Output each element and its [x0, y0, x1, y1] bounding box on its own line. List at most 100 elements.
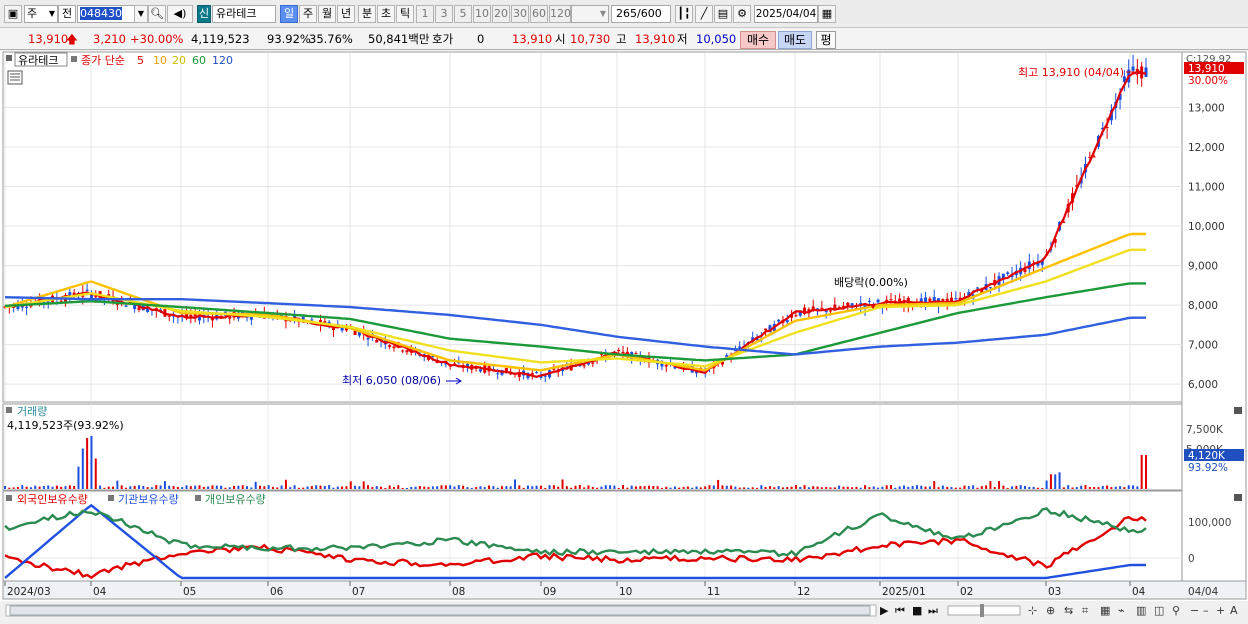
interval-week[interactable]: 주: [299, 5, 317, 23]
volume-bar: [552, 485, 555, 489]
candle-body: [975, 287, 979, 289]
interval-second[interactable]: 초: [377, 5, 395, 23]
legend-marker-icon: [108, 495, 114, 501]
zoom-in-icon[interactable]: +: [1216, 604, 1225, 617]
volume-bar: [574, 485, 577, 489]
volume-bar: [202, 486, 205, 489]
interval-tick[interactable]: 틱: [396, 5, 414, 23]
rewind-icon[interactable]: ⏮: [895, 604, 905, 617]
indicator-icon[interactable]: ⌁: [1118, 604, 1125, 617]
volume-bar: [1110, 487, 1113, 489]
turnover-rate: 35.76%: [309, 32, 353, 46]
panel-close-icon[interactable]: [1234, 494, 1242, 501]
period-type-select[interactable]: 주 ▼: [24, 5, 58, 23]
candle-body: [828, 310, 832, 312]
layout-icon[interactable]: ▥: [1136, 604, 1146, 617]
stock-name-field[interactable]: 유라테크: [212, 5, 276, 23]
volume-bar: [73, 486, 76, 489]
volume-bar: [989, 481, 992, 489]
volume-bar: [427, 487, 430, 489]
stop-icon[interactable]: ■: [912, 604, 922, 617]
interval-year[interactable]: 년: [337, 5, 355, 23]
calendar-icon[interactable]: ▦: [818, 5, 836, 23]
volume-bar: [1028, 486, 1031, 489]
search-icon[interactable]: 🔍︎: [148, 5, 166, 23]
chevron-down-icon[interactable]: ▼: [134, 5, 148, 23]
volume-bar: [829, 487, 832, 489]
minute-120[interactable]: 120: [549, 5, 571, 23]
market-select[interactable]: 전: [58, 5, 76, 23]
trade-value: 50,841백만: [368, 32, 430, 46]
candle-body: [954, 298, 958, 300]
split-icon[interactable]: ◫: [1154, 604, 1164, 617]
grid-toggle-icon[interactable]: ▦: [1100, 604, 1110, 617]
minute-5[interactable]: 5: [454, 5, 472, 23]
gear-icon[interactable]: ⚙: [733, 5, 751, 23]
font-size-icon[interactable]: A: [1230, 604, 1238, 617]
chart-area[interactable]: 13,000 12,000 11,000 10,000 9,000 8,000 7,000 6…: [0, 51, 1248, 621]
bid-price: 13,910: [512, 32, 553, 46]
interval-month[interactable]: 월: [318, 5, 336, 23]
speed-slider-handle[interactable]: [980, 604, 984, 617]
volume-panel[interactable]: [2, 403, 1183, 491]
save-icon[interactable]: ▤: [714, 5, 732, 23]
volume-bar: [833, 487, 836, 489]
speaker-icon[interactable]: ◀): [167, 5, 193, 23]
minus-icon[interactable]: –: [1203, 604, 1209, 617]
volume-bar: [185, 485, 188, 489]
zoom-icon[interactable]: ⚲: [1172, 604, 1180, 617]
volume-bar: [418, 486, 421, 489]
minute-60[interactable]: 60: [530, 5, 548, 23]
volume-value-label: 4,119,523주(93.92%): [7, 419, 124, 432]
interval-minute[interactable]: 분: [358, 5, 376, 23]
minute-20[interactable]: 20: [492, 5, 510, 23]
volume-bar: [60, 486, 63, 489]
x-axis-label: 2024/03: [7, 586, 51, 598]
volume-bar: [280, 485, 283, 489]
volume-bar: [492, 486, 495, 489]
volume-bar: [501, 486, 504, 489]
buy-button[interactable]: 매수: [740, 31, 776, 49]
volume-ratio: 93.92%: [267, 32, 311, 46]
minute-3[interactable]: 3: [435, 5, 453, 23]
panel-close-icon[interactable]: [1234, 407, 1242, 414]
fast-forward-icon[interactable]: ⏭: [928, 604, 938, 617]
window-icon[interactable]: ▣: [4, 5, 22, 23]
volume-bar: [371, 487, 374, 489]
custom-interval-select[interactable]: ▼: [571, 5, 609, 23]
candle-body: [543, 375, 547, 377]
pattern-icon[interactable]: ⌗: [1082, 604, 1088, 617]
evaluate-button[interactable]: 평: [816, 31, 836, 49]
play-icon[interactable]: ▶: [880, 604, 889, 617]
minute-10[interactable]: 10: [473, 5, 491, 23]
holdings-panel[interactable]: [2, 490, 1183, 582]
volume-bar: [367, 485, 370, 489]
current-pct-tag: 30.00%: [1188, 75, 1228, 87]
price-panel[interactable]: [2, 51, 1183, 403]
ma-legend-60: 60: [192, 54, 206, 67]
volume-bar: [768, 486, 771, 489]
candlestick-icon[interactable]: ┃╏: [675, 5, 693, 23]
crosshair-icon[interactable]: ⊹: [1028, 604, 1037, 617]
volume-bar: [751, 487, 754, 489]
stock-chart-svg[interactable]: 13,000 12,000 11,000 10,000 9,000 8,000 7,000 6…: [0, 51, 1248, 621]
minute-1[interactable]: 1: [416, 5, 434, 23]
candle-body: [617, 349, 621, 352]
interval-day[interactable]: 일: [280, 5, 298, 23]
volume-bar: [380, 486, 383, 489]
drawing-tool-icon[interactable]: ╱: [695, 5, 713, 23]
sell-button[interactable]: 매도: [778, 31, 812, 49]
minute-30[interactable]: 30: [511, 5, 529, 23]
compare-icon[interactable]: ⇆: [1064, 604, 1073, 617]
scroll-thumb[interactable]: [9, 605, 871, 616]
date-field[interactable]: 2025/04/04: [754, 5, 818, 23]
volume-bar: [220, 485, 223, 489]
volume-bar: [112, 486, 115, 489]
zoom-out-icon[interactable]: −: [1190, 604, 1199, 617]
holdings-tick-100000: 100,000: [1188, 517, 1231, 529]
chevron-down-icon: ▼: [599, 9, 606, 18]
count-input[interactable]: 265/600: [611, 5, 671, 23]
volume-bar: [1041, 487, 1044, 489]
stock-code-input[interactable]: 048430: [77, 5, 135, 23]
magnet-icon[interactable]: ⊕: [1046, 604, 1055, 617]
